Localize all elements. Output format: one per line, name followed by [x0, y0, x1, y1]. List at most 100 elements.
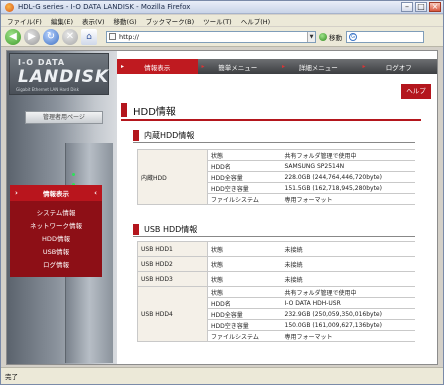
menu-view[interactable]: 表示(V) — [82, 16, 105, 26]
side-menu-item-network[interactable]: ネットワーク情報 — [10, 220, 102, 233]
field-value: 共有フォルダ管理で使用中 — [281, 149, 415, 161]
tab-simple-menu-label: 簡単メニュー — [218, 63, 258, 72]
section-marker — [133, 224, 139, 235]
table-row: USB HDD3 状態 未接続 — [137, 271, 415, 287]
navigation-toolbar: ◀ ▶ ↻ ✕ ⌂ http:// ▼ 移動 G — [1, 27, 443, 47]
internal-hdd-heading: 内蔵HDD情報 — [133, 129, 415, 143]
title-marker — [121, 103, 127, 117]
menu-help[interactable]: ヘルプ(H) — [241, 16, 270, 26]
logo-product: LANDISK — [18, 67, 110, 87]
field-value: 232.9GB (250,059,350,016byte) — [281, 308, 415, 320]
table-row: USB HDD1 状態 未接続 — [137, 241, 415, 257]
side-menu-item-system[interactable]: システム情報 — [10, 207, 102, 220]
usb-hdd-heading: USB HDD情報 — [133, 223, 415, 237]
home-icon[interactable]: ⌂ — [81, 28, 97, 45]
tab-simple-menu[interactable]: ▸ 簡単メニュー — [198, 59, 279, 74]
title-bar: HDL-G series - I-O DATA LANDISK - Mozill… — [1, 1, 443, 14]
menu-bar: ファイル(F) 編集(E) 表示(V) 移動(G) ブックマーク(B) ツール(… — [1, 15, 443, 26]
page-title-text: HDD情報 — [133, 106, 176, 118]
forward-icon[interactable]: ▶ — [24, 28, 40, 45]
field-value: 専用フォーマット — [281, 330, 415, 342]
sidebar: I-O DATA LANDISK Gigabit Ethernet LAN Ha… — [7, 51, 117, 364]
go-arrow-icon — [319, 32, 327, 41]
tab-logoff[interactable]: ▸ ログオフ — [359, 59, 438, 74]
reload-icon[interactable]: ↻ — [43, 28, 59, 45]
minimize-button[interactable]: – — [401, 2, 413, 12]
tab-info-label: 情報表示 — [144, 63, 171, 72]
field-label: HDD全容量 — [207, 171, 282, 183]
logo-brand: I-O DATA — [18, 58, 66, 67]
admin-page-button[interactable]: 管理者用ページ — [25, 111, 103, 124]
tab-info[interactable]: ▸ 情報表示 — [117, 59, 198, 74]
close-button[interactable]: × — [429, 2, 441, 12]
window-title: HDL-G series - I-O DATA LANDISK - Mozill… — [18, 3, 191, 11]
side-menu-header[interactable]: › 情報表示 ‹ — [10, 185, 102, 201]
menu-tools[interactable]: ツール(T) — [203, 16, 232, 26]
field-label: ファイルシステム — [207, 193, 282, 205]
url-input[interactable]: http:// ▼ — [106, 30, 316, 43]
menu-file[interactable]: ファイル(F) — [7, 16, 42, 26]
arrow-right-icon: ▸ — [282, 63, 286, 70]
device-led — [72, 173, 75, 176]
stop-icon[interactable]: ✕ — [62, 28, 78, 45]
field-value: 151.5GB (162,718,945,280byte) — [281, 182, 415, 194]
tab-detail-menu-label: 詳細メニュー — [298, 63, 338, 72]
side-menu: › 情報表示 ‹ システム情報 ネットワーク情報 HDD情報 USB情報 ログ情… — [10, 185, 102, 277]
field-value: 228.0GB (244,764,446,720byte) — [281, 171, 415, 183]
field-value: 150.0GB (161,009,627,136byte) — [281, 319, 415, 331]
field-value: 未接続 — [281, 271, 415, 287]
field-label: 状態 — [207, 256, 282, 272]
tab-detail-menu[interactable]: ▸ 詳細メニュー — [278, 59, 359, 74]
menu-go[interactable]: 移動(G) — [114, 16, 137, 26]
field-label: 状態 — [207, 271, 282, 287]
usb-hdd4-label: USB HDD4 — [137, 286, 208, 342]
field-label: HDD空き容量 — [207, 319, 282, 331]
field-value: I-O DATA HDH-USR — [281, 297, 415, 309]
back-icon[interactable]: ◀ — [5, 28, 21, 45]
side-menu-title: 情報表示 — [43, 190, 69, 198]
url-dropdown-icon[interactable]: ▼ — [307, 31, 315, 42]
arrow-right-icon: ▸ — [362, 63, 366, 70]
status-text: 完了 — [5, 373, 18, 381]
side-menu-item-hdd[interactable]: HDD情報 — [10, 233, 102, 246]
main-panel: ▸ 情報表示 ▸ 簡単メニュー ▸ 詳細メニュー ▸ ログオフ ヘルプ HDD情… — [117, 51, 438, 364]
field-label: 状態 — [207, 149, 282, 161]
side-menu-item-usb[interactable]: USB情報 — [10, 246, 102, 259]
field-label: HDD空き容量 — [207, 182, 282, 194]
arrow-right-icon: ▸ — [121, 63, 125, 70]
side-menu-item-log[interactable]: ログ情報 — [10, 259, 102, 272]
status-bar: 完了 — [1, 367, 443, 384]
field-value: SAMSUNG SP2514N — [281, 160, 415, 172]
internal-hdd-label: 内蔵HDD — [137, 149, 208, 205]
usb-hdd-table: USB HDD1 状態 未接続 USB HDD2 状態 未接続 USB HDD3… — [137, 241, 415, 342]
field-value: 専用フォーマット — [281, 193, 415, 205]
usb-hdd3-label: USB HDD3 — [137, 271, 208, 287]
tab-logoff-label: ログオフ — [385, 63, 412, 72]
page-icon — [109, 33, 116, 40]
internal-hdd-heading-text: 内蔵HDD情報 — [144, 131, 195, 140]
internal-hdd-table: 内蔵HDD 状態 共有フォルダ管理で使用中 HDD名 SAMSUNG SP251… — [137, 149, 415, 205]
field-value: 未接続 — [281, 241, 415, 257]
arrow-right-icon: ▸ — [201, 63, 205, 70]
usb-hdd2-label: USB HDD2 — [137, 256, 208, 272]
go-label: 移動 — [329, 33, 342, 42]
go-button[interactable]: 移動 — [319, 32, 342, 42]
menu-bookmarks[interactable]: ブックマーク(B) — [146, 16, 195, 26]
usb-hdd-heading-text: USB HDD情報 — [144, 225, 198, 234]
field-label: HDD名 — [207, 160, 282, 172]
section-marker — [133, 130, 139, 141]
firefox-icon — [5, 2, 14, 12]
table-row: USB HDD2 状態 未接続 — [137, 256, 415, 272]
field-value: 未接続 — [281, 256, 415, 272]
page-viewport: I-O DATA LANDISK Gigabit Ethernet LAN Ha… — [6, 50, 438, 365]
menu-edit[interactable]: 編集(E) — [51, 16, 73, 26]
page-title: HDD情報 — [121, 101, 421, 121]
maximize-button[interactable]: □ — [415, 2, 427, 12]
field-label: HDD全容量 — [207, 308, 282, 320]
search-input[interactable]: G — [346, 30, 424, 43]
table-row: 内蔵HDD 状態 共有フォルダ管理で使用中 — [137, 149, 415, 205]
landisk-logo: I-O DATA LANDISK Gigabit Ethernet LAN Ha… — [9, 53, 109, 95]
field-label: ファイルシステム — [207, 330, 282, 342]
help-button[interactable]: ヘルプ — [401, 84, 431, 99]
field-label: HDD名 — [207, 297, 282, 309]
